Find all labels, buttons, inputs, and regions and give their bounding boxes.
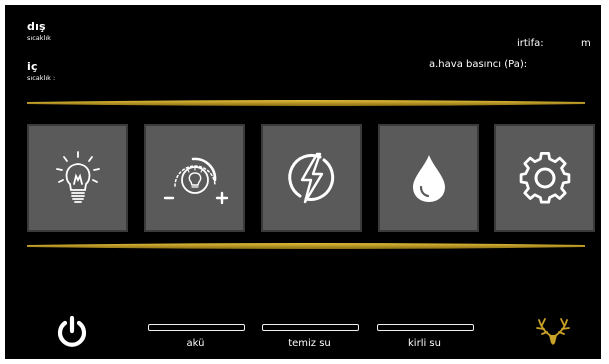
power-icon xyxy=(57,315,87,347)
altitude-unit: m xyxy=(581,38,591,49)
deer-antlers-logo xyxy=(536,318,570,345)
top-gold-divider xyxy=(27,100,585,106)
clean-water-label: temiz su xyxy=(288,338,331,349)
settings-button[interactable] xyxy=(494,124,595,232)
power-bolt-icon xyxy=(287,152,334,204)
battery-label: akü xyxy=(186,338,205,349)
altitude-label: irtifa: xyxy=(517,38,544,49)
water-drop-icon xyxy=(412,155,445,202)
power-button[interactable] xyxy=(56,315,88,347)
power-supply-button[interactable] xyxy=(261,124,362,232)
lights-button[interactable] xyxy=(27,124,128,232)
dimmer-button[interactable] xyxy=(144,124,245,232)
dimmer-icon xyxy=(163,157,228,205)
outdoor-temp-title: dış xyxy=(27,20,46,33)
app-screen: dış sıcaklık iç sıcaklık : irtifa: m a.h… xyxy=(5,5,601,359)
clean-water-level-bar xyxy=(262,324,359,331)
battery-level-bar xyxy=(148,324,245,331)
gear-icon xyxy=(519,152,570,204)
pressure-label: a.hava basıncı (Pa): xyxy=(429,59,528,70)
gray-water-label: kirli su xyxy=(408,338,441,349)
lightbulb-icon xyxy=(55,151,100,203)
gray-water-level-bar xyxy=(377,324,474,331)
bottom-gold-divider xyxy=(27,243,585,249)
outdoor-temp-sublabel: sıcaklık xyxy=(27,34,51,42)
indoor-temp-title: iç xyxy=(27,60,38,73)
indoor-temp-sublabel: sıcaklık : xyxy=(27,74,56,82)
water-button[interactable] xyxy=(378,124,479,232)
